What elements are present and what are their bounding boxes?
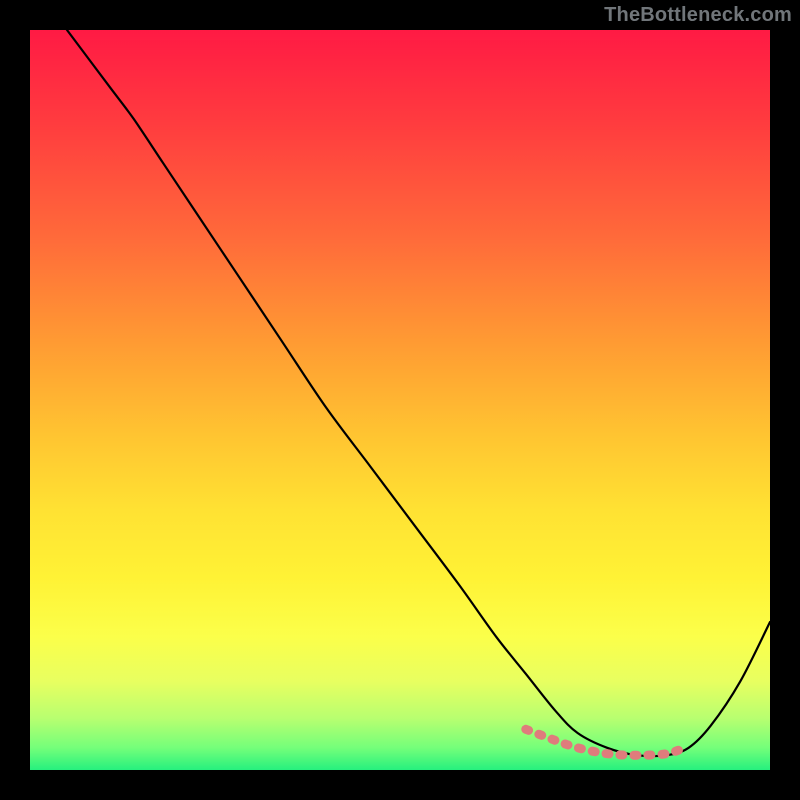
bottleneck-curve-line <box>67 30 770 756</box>
plot-area <box>30 30 770 770</box>
chart-svg-layer <box>30 30 770 770</box>
chart-frame: TheBottleneck.com <box>0 0 800 800</box>
watermark-text: TheBottleneck.com <box>604 4 792 27</box>
highlight-band-line <box>526 729 689 755</box>
